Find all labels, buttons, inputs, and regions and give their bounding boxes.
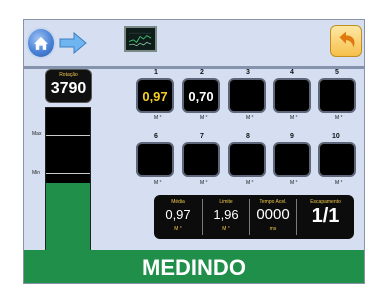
cell-number: 1	[154, 69, 158, 76]
cell-number: 9	[290, 133, 294, 140]
cell-number: 2	[200, 69, 204, 76]
graph-button[interactable]	[124, 26, 157, 52]
graph-icon	[128, 32, 152, 47]
stat-media: Média 0,97 M °	[154, 195, 202, 239]
cell-unit: M °	[246, 180, 254, 186]
stat-value: 0000	[256, 206, 290, 223]
measurement-screen: Rotação 3790 Max Min 1 0,97 M ° 2 0,70 M…	[23, 19, 365, 284]
cell-unit: M °	[154, 115, 162, 121]
gauge-max-line	[46, 135, 90, 136]
gauge-max-label: Max	[32, 131, 42, 137]
stat-limite: Limite 1,96 M °	[203, 195, 249, 239]
cell-number: 6	[154, 133, 158, 140]
next-button[interactable]	[58, 31, 88, 55]
cell-value: 0,70	[188, 89, 214, 104]
cell-number: 10	[332, 133, 340, 140]
stat-unit: M °	[174, 226, 182, 232]
measurement-cell-2[interactable]: 0,70	[182, 78, 220, 113]
cell-number: 4	[290, 69, 294, 76]
measurement-cell-6[interactable]	[136, 142, 174, 177]
stat-unit: ms	[269, 226, 277, 232]
gauge-min-label: Min	[32, 170, 41, 176]
stat-tempo-acel: Tempo Acel. 0000 ms	[250, 195, 296, 239]
stat-unit: M °	[222, 226, 230, 232]
cell-unit: M °	[200, 115, 208, 121]
cell-unit: M °	[335, 115, 343, 121]
rotation-display: Rotação 3790	[45, 69, 92, 103]
arrow-right-icon	[59, 31, 87, 55]
measurement-cell-7[interactable]	[182, 142, 220, 177]
measurement-cell-4[interactable]	[273, 78, 311, 113]
rotation-value: 3790	[50, 80, 87, 97]
measurement-cell-5[interactable]	[318, 78, 356, 113]
return-button[interactable]	[330, 25, 362, 57]
cell-unit: M °	[200, 180, 208, 186]
cell-number: 7	[200, 133, 204, 140]
cell-unit: M °	[335, 180, 343, 186]
measurement-cell-1[interactable]: 0,97	[136, 78, 174, 113]
rotation-label: Rotação	[59, 72, 78, 78]
stat-value: 0,97	[165, 207, 191, 222]
cell-value: 0,97	[142, 89, 168, 104]
cell-unit: M °	[246, 115, 254, 121]
measurement-cell-3[interactable]	[228, 78, 266, 113]
cell-unit: M °	[154, 180, 162, 186]
measurement-cell-9[interactable]	[273, 142, 311, 177]
measurement-cell-10[interactable]	[318, 142, 356, 177]
stat-escapamento: Escapamento 1/1	[297, 195, 354, 239]
stat-value: 1/1	[311, 205, 340, 227]
gauge-min-line	[46, 173, 90, 174]
cell-unit: M °	[290, 180, 298, 186]
home-icon	[34, 36, 48, 50]
measurement-cell-8[interactable]	[228, 142, 266, 177]
cell-number: 8	[246, 133, 250, 140]
stat-label: Tempo Acel.	[259, 199, 287, 205]
cell-number: 3	[246, 69, 250, 76]
stat-label: Média	[171, 199, 185, 205]
stat-value: 1,96	[213, 207, 239, 222]
statistics-panel: Média 0,97 M ° Limite 1,96 M ° Tempo Ace…	[154, 195, 354, 239]
rotation-gauge	[45, 107, 91, 258]
status-bar: MEDINDO	[24, 250, 364, 283]
stat-label: Limite	[219, 199, 233, 205]
cell-number: 5	[335, 69, 339, 76]
home-button[interactable]	[26, 27, 56, 59]
gauge-level-bar	[46, 182, 90, 257]
cell-unit: M °	[290, 115, 298, 121]
toolbar	[24, 20, 364, 66]
return-icon	[339, 31, 355, 48]
